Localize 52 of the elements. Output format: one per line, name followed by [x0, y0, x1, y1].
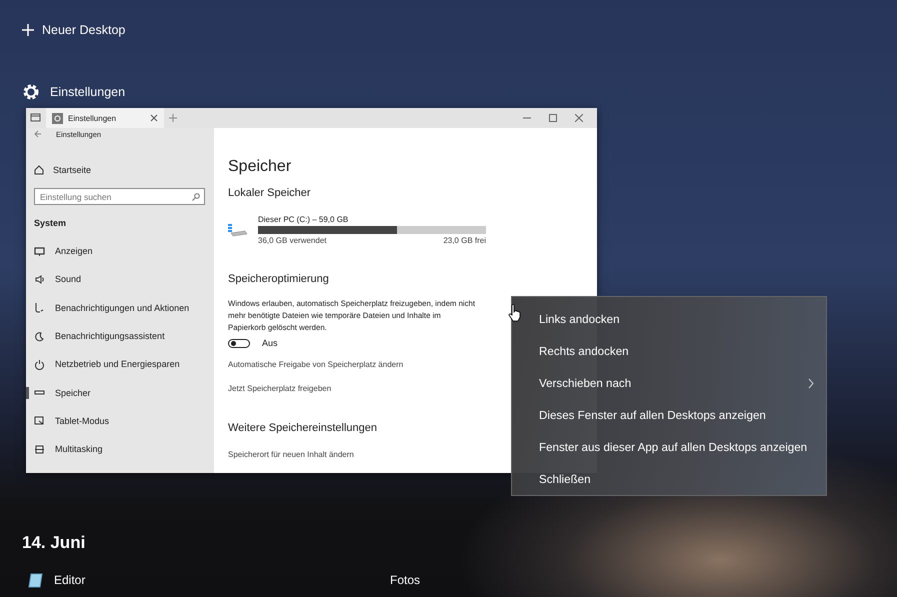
plus-icon [22, 24, 34, 36]
search-icon [192, 192, 200, 200]
timeline-app[interactable]: Fotos [390, 573, 758, 587]
back-arrow-icon [34, 130, 42, 138]
menu-item[interactable]: Rechts andocken [512, 335, 826, 367]
sidebar-item[interactable]: Tablet-Modus [26, 406, 214, 436]
timeline-app[interactable]: Editor [22, 572, 390, 588]
settings-link[interactable]: Jetzt Speicherplatz freigeben [228, 382, 332, 396]
sidebar-item[interactable]: Benachrichtigungen und Aktionen [26, 294, 214, 322]
home-icon [34, 165, 44, 175]
hand-cursor-icon [508, 304, 522, 322]
drive-icon [228, 223, 248, 237]
section-heading: System [33, 217, 68, 230]
menu-item[interactable]: Dieses Fenster auf allen Desktops anzeigen [512, 399, 826, 431]
settings-link[interactable]: Speicherort für neuen Inhalt ändern [228, 448, 354, 462]
sidebar-item[interactable]: Anzeigen [26, 237, 214, 266]
home-link[interactable]: Startseite [26, 161, 214, 179]
date-heading: 14. Juni [22, 533, 86, 554]
menu-item[interactable]: Schließen [512, 463, 826, 495]
drive-name: Dieser PC (C:) – 59,0 GB [258, 215, 350, 224]
sidebar-item[interactable]: Benachrichtigungsassistent [26, 322, 214, 350]
settings-link[interactable]: Automatische Freigabe von Speicherplatz ändern [228, 358, 404, 372]
sidebar-item-icon [34, 358, 45, 370]
toggle-switch[interactable] [228, 338, 250, 348]
sidebar-item-icon [34, 415, 45, 426]
sidebar-item-icon [34, 246, 45, 257]
section-heading: Lokaler Speicher [228, 186, 312, 200]
toggle-label: Aus [262, 338, 278, 348]
app-title: Einstellungen [50, 85, 126, 99]
used-space: 36,0 GB verwendet [258, 236, 326, 245]
close-icon [150, 114, 158, 122]
search-field[interactable]: Einstellung suchen [34, 188, 205, 205]
notepad-icon [28, 572, 44, 588]
section-heading: Speicheroptimierung [228, 272, 330, 286]
menu-item[interactable]: Verschieben nach [512, 367, 826, 399]
sidebar-item-icon [34, 330, 45, 342]
browser-tab[interactable]: Einstellungen [46, 108, 164, 128]
sidebar-item[interactable]: Sound [26, 265, 214, 294]
close-icon [575, 114, 583, 122]
sidebar-item-icon [34, 274, 45, 285]
sidebar-item-icon [34, 444, 45, 455]
sidebar-item-icon [34, 302, 45, 314]
new-desktop-button[interactable]: Neuer Desktop [22, 21, 897, 39]
sidebar-item[interactable]: Netzbetrieb und Energiesparen [26, 350, 214, 378]
sidebar-item[interactable]: Multitasking [26, 435, 214, 464]
maximize-icon [549, 114, 557, 122]
chevron-right-icon [808, 378, 814, 388]
section-heading: Weitere Speichereinstellungen [228, 421, 378, 435]
page-title: Speicher [228, 157, 292, 177]
menu-item[interactable]: Fenster aus dieser App auf allen Desktops anzeigen [512, 431, 826, 463]
sidebar-item[interactable]: Speicher [26, 378, 214, 407]
free-space: 23,0 GB frei [443, 236, 486, 245]
